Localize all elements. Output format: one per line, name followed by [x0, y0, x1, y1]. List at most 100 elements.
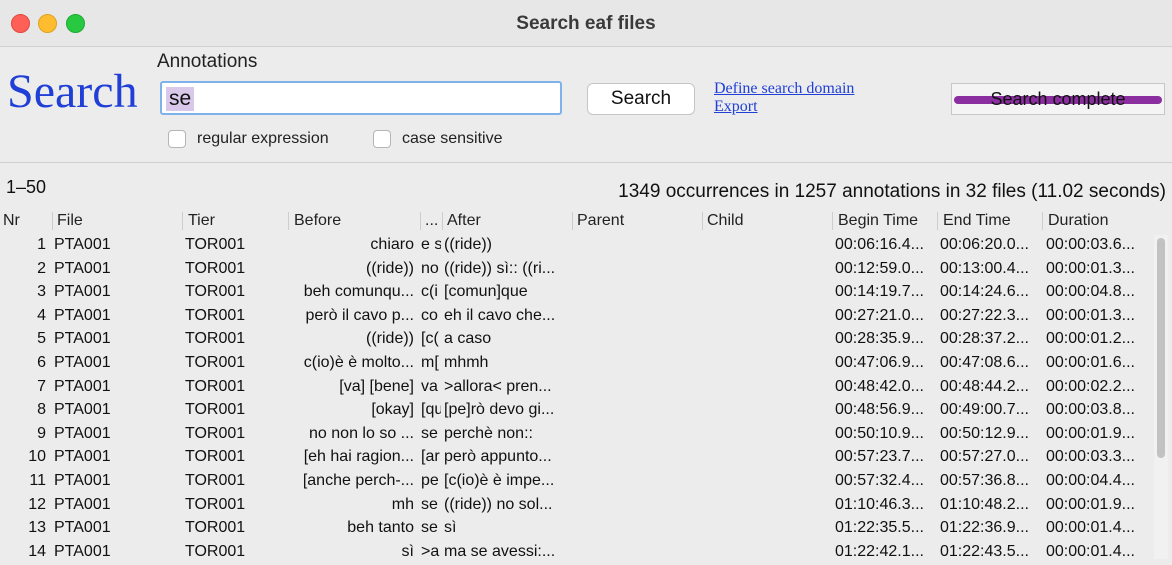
- cell-nr: 11: [29, 471, 46, 489]
- results-scrollbar[interactable]: [1154, 235, 1168, 559]
- cell-begin-time: 01:22:35.5...: [835, 519, 924, 537]
- table-row[interactable]: 12 PTA001 TOR001 mh se ((ride)) no sol... 01:1…: [0, 495, 1150, 519]
- column-separator[interactable]: [442, 212, 443, 230]
- regular-expression-checkbox[interactable]: [168, 130, 186, 148]
- cell-after: [c(io)è è impe...: [444, 471, 555, 489]
- cell-duration: 00:00:03.8...: [1046, 401, 1135, 419]
- cell-begin-time: 01:22:42.1...: [835, 542, 924, 560]
- table-row[interactable]: 4 PTA001 TOR001 però il cavo p... co eh il ca…: [0, 306, 1150, 330]
- case-sensitive-checkbox[interactable]: [373, 130, 391, 148]
- search-logo-label: Search: [7, 65, 138, 118]
- cell-file: PTA001: [54, 448, 111, 466]
- cell-file: PTA001: [54, 377, 111, 395]
- cell-after: [pe]rò devo gi...: [444, 401, 555, 419]
- column-header-end-time[interactable]: End Time: [943, 212, 1011, 232]
- column-header-begin-time[interactable]: Begin Time: [838, 212, 918, 232]
- cell-nr: 12: [28, 495, 46, 513]
- cell-begin-time: 00:14:19.7...: [835, 283, 924, 301]
- cell-before: ((ride)): [366, 330, 414, 348]
- column-separator[interactable]: [832, 212, 833, 230]
- table-row[interactable]: 1 PTA001 TOR001 chiaro e s ((ride)) 00:06:16.4…: [0, 235, 1150, 259]
- cell-duration: 00:00:03.6...: [1046, 236, 1135, 253]
- cell-end-time: 01:22:36.9...: [940, 519, 1029, 537]
- cell-after: mhmh: [444, 353, 489, 371]
- search-input-value: se: [166, 87, 195, 111]
- cell-before: sì: [401, 542, 414, 560]
- cell-before: ((ride)): [366, 259, 414, 277]
- cell-after: >allora< pren...: [444, 377, 552, 395]
- column-separator[interactable]: [937, 212, 938, 230]
- table-row[interactable]: 10 PTA001 TOR001 [eh hai ragion... [ar però a…: [0, 447, 1150, 471]
- cell-duration: 00:00:01.2...: [1046, 330, 1135, 348]
- cell-match: c(i: [421, 283, 438, 301]
- table-row[interactable]: 9 PTA001 TOR001 no non lo so ... se perchè no…: [0, 424, 1150, 448]
- table-row[interactable]: 8 PTA001 TOR001 [okay] [qu [pe]rò devo gi... 0…: [0, 400, 1150, 424]
- cell-after: ((ride)) sì:: ((ri...: [444, 259, 556, 277]
- search-status-text: Search complete: [990, 89, 1126, 109]
- column-header-parent[interactable]: Parent: [577, 212, 624, 232]
- column-separator[interactable]: [52, 212, 53, 230]
- cell-nr: 13: [28, 519, 46, 537]
- cell-file: PTA001: [54, 236, 111, 253]
- column-header-after[interactable]: After: [447, 212, 481, 232]
- cell-match: pe: [421, 471, 439, 489]
- column-separator[interactable]: [288, 212, 289, 230]
- table-row[interactable]: 11 PTA001 TOR001 [anche perch-... pe [c(io)è …: [0, 471, 1150, 495]
- cell-before: no non lo so ...: [309, 424, 414, 442]
- table-row[interactable]: 2 PTA001 TOR001 ((ride)) no ((ride)) sì:: ((r…: [0, 259, 1150, 283]
- results-range: 1–50: [6, 177, 47, 197]
- cell-after: ((ride)): [444, 236, 492, 253]
- table-row[interactable]: 5 PTA001 TOR001 ((ride)) [c(a caso 00:28:35.9…: [0, 329, 1150, 353]
- cell-after: [comun]que: [444, 283, 528, 301]
- cell-end-time: 00:57:27.0...: [940, 448, 1029, 466]
- cell-tier: TOR001: [185, 471, 246, 489]
- cell-file: PTA001: [54, 471, 111, 489]
- cell-after: a caso: [444, 330, 492, 348]
- table-row[interactable]: 6 PTA001 TOR001 c(io)è è molto... m[mhmh 00:4…: [0, 353, 1150, 377]
- cell-file: PTA001: [54, 519, 111, 537]
- cell-end-time: 00:57:36.8...: [940, 471, 1029, 489]
- column-header-child[interactable]: Child: [707, 212, 743, 232]
- cell-before: c(io)è è molto...: [303, 353, 414, 371]
- cell-match: se: [421, 519, 438, 537]
- cell-end-time: 00:28:37.2...: [940, 330, 1029, 348]
- table-row[interactable]: 3 PTA001 TOR001 beh comunqu... c(i [comun]que…: [0, 282, 1150, 306]
- cell-file: PTA001: [54, 495, 111, 513]
- cell-file: PTA001: [54, 542, 111, 560]
- cell-match: >a: [421, 542, 440, 560]
- cell-match: [qu: [421, 401, 441, 419]
- column-header-match[interactable]: ...: [425, 212, 438, 232]
- search-button[interactable]: Search: [587, 83, 695, 115]
- column-separator[interactable]: [572, 212, 573, 230]
- define-search-domain-link[interactable]: Define search domain: [714, 80, 854, 98]
- cell-end-time: 00:47:08.6...: [940, 353, 1029, 371]
- cell-duration: 00:00:02.2...: [1046, 377, 1135, 395]
- cell-nr: 14: [28, 542, 46, 560]
- column-header-file[interactable]: File: [57, 212, 83, 232]
- column-header-tier[interactable]: Tier: [188, 212, 215, 232]
- export-link[interactable]: Export: [714, 98, 758, 116]
- column-separator[interactable]: [182, 212, 183, 230]
- column-header-nr[interactable]: Nr: [3, 212, 20, 232]
- column-header-before[interactable]: Before: [294, 212, 341, 232]
- cell-end-time: 00:48:44.2...: [940, 377, 1029, 395]
- table-row[interactable]: 14 PTA001 TOR001 sì >a ma se avessi:... 01:22:…: [0, 542, 1150, 565]
- column-separator[interactable]: [702, 212, 703, 230]
- annotations-label: Annotations: [157, 51, 258, 72]
- column-header-duration[interactable]: Duration: [1048, 212, 1108, 232]
- cell-match: se: [421, 495, 438, 513]
- cell-tier: TOR001: [185, 236, 246, 253]
- scrollbar-thumb[interactable]: [1157, 238, 1165, 458]
- cell-duration: 00:00:04.8...: [1046, 283, 1135, 301]
- cell-match: se: [421, 424, 438, 442]
- cell-nr: 6: [37, 353, 46, 371]
- column-separator[interactable]: [1042, 212, 1043, 230]
- cell-duration: 00:00:01.6...: [1046, 353, 1135, 371]
- cell-tier: TOR001: [185, 401, 246, 419]
- column-separator[interactable]: [420, 212, 421, 230]
- cell-duration: 00:00:01.4...: [1046, 542, 1135, 560]
- search-input[interactable]: se: [160, 81, 562, 115]
- table-row[interactable]: 7 PTA001 TOR001 [va] [bene] va >allora< pren.…: [0, 377, 1150, 401]
- table-row[interactable]: 13 PTA001 TOR001 beh tanto se sì 01:22:35.5...…: [0, 518, 1150, 542]
- cell-file: PTA001: [54, 401, 111, 419]
